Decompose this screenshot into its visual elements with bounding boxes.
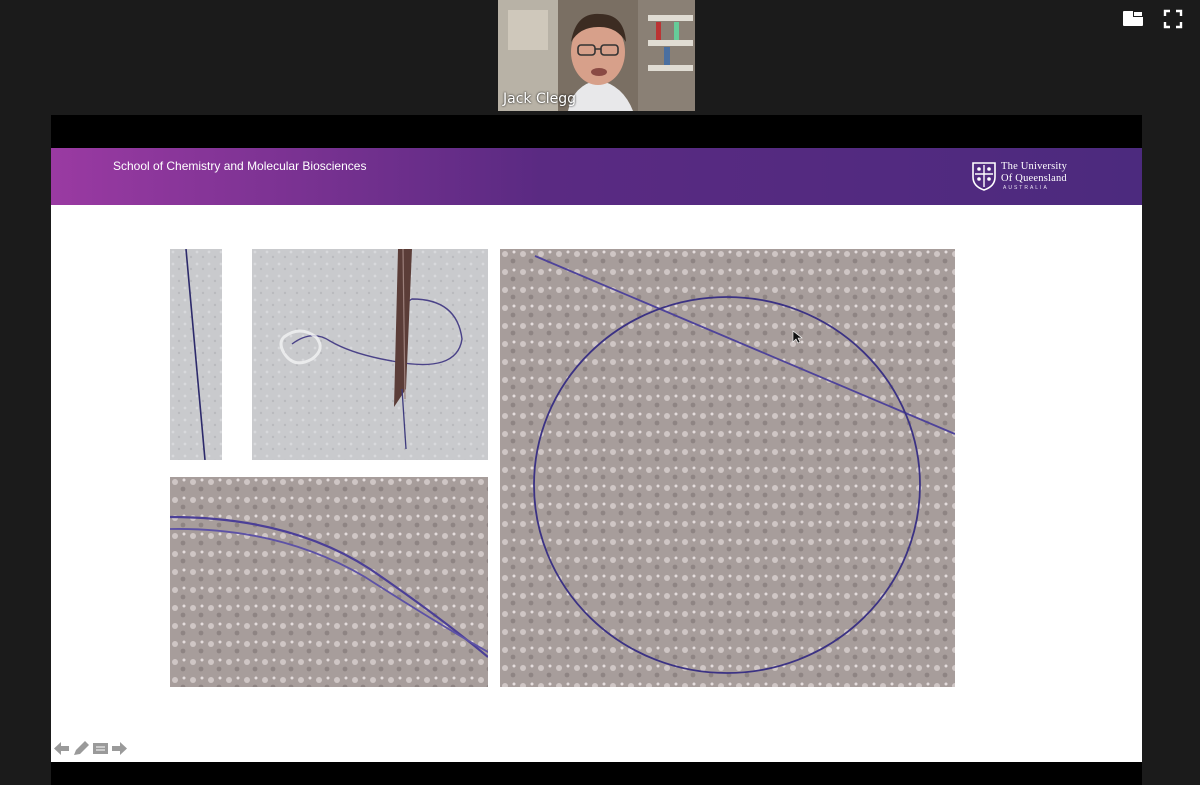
logo-text-line1: The University	[1001, 161, 1068, 172]
pen-icon[interactable]	[72, 740, 90, 761]
layout-toggle-icon[interactable]	[1122, 9, 1144, 27]
fibre-needle-image	[252, 249, 488, 460]
fibre-circle-image	[500, 249, 955, 687]
next-arrow-icon[interactable]	[111, 741, 128, 761]
previous-arrow-icon[interactable]	[53, 741, 70, 761]
fibre-straight-image	[170, 249, 222, 460]
university-logo: The University Of Queensland AUSTRALIA	[971, 161, 1091, 193]
participant-name: Jack Clegg	[503, 91, 577, 107]
participant-video[interactable]: Jack Clegg	[498, 0, 695, 111]
shared-screen: School of Chemistry and Molecular Biosci…	[51, 115, 1142, 785]
logo-text-line3: AUSTRALIA	[1003, 185, 1049, 191]
logo-text-line2: Of Queensland	[1001, 173, 1067, 184]
fibre-curve-image	[170, 477, 488, 687]
presentation-slide: School of Chemistry and Molecular Biosci…	[51, 148, 1142, 762]
slide-menu-icon[interactable]	[92, 741, 109, 761]
fullscreen-icon[interactable]	[1163, 9, 1183, 29]
university-crest-icon	[972, 162, 996, 191]
slide-navigation-tools	[53, 740, 137, 760]
slide-header-banner: School of Chemistry and Molecular Biosci…	[51, 148, 1142, 205]
school-name: School of Chemistry and Molecular Biosci…	[113, 159, 367, 173]
